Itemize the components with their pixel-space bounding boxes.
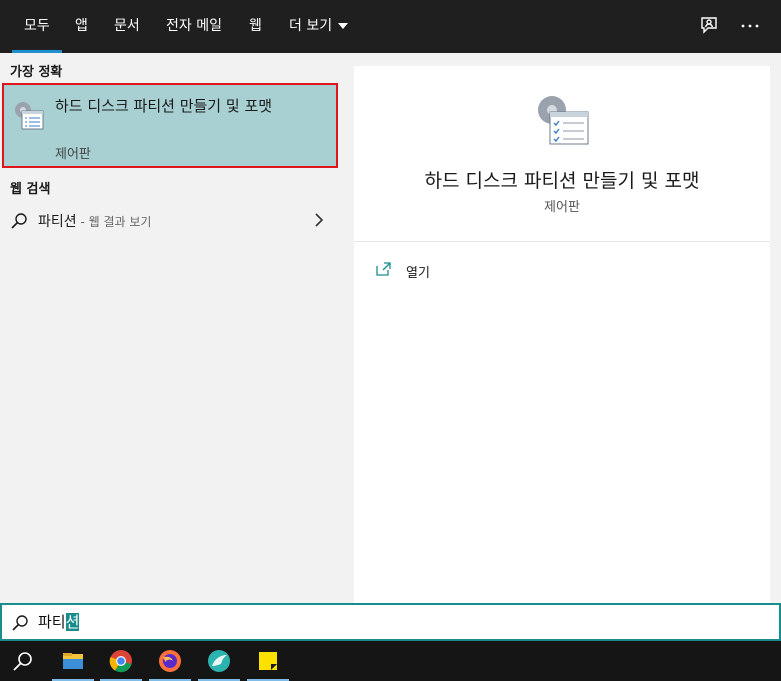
results-panel: 가장 정확 하드 디스크 파티션 만들기 및 포맷 제어판 웹 검색 파티션 -… (0, 53, 342, 603)
search-icon (11, 213, 27, 229)
web-search-result[interactable]: 파티션 - 웹 결과 보기 (0, 203, 342, 237)
taskbar-chrome[interactable] (98, 641, 144, 681)
more-options-icon[interactable] (738, 14, 762, 38)
tab-all[interactable]: 모두 (12, 0, 62, 53)
search-filter-bar: 모두 앱 문서 전자 메일 웹 더 보기 (0, 0, 781, 53)
best-match-item[interactable]: 하드 디스크 파티션 만들기 및 포맷 제어판 (2, 83, 338, 168)
firefox-icon (159, 650, 181, 672)
taskbar-search-button[interactable] (0, 641, 46, 681)
tab-more-label: 더 보기 (289, 18, 333, 34)
feedback-icon[interactable] (697, 14, 721, 38)
sticky-notes-icon (259, 652, 277, 670)
web-search-query: 파티션 (38, 214, 77, 230)
control-panel-icon (532, 90, 592, 150)
open-icon (376, 262, 391, 276)
control-panel-icon (12, 99, 46, 133)
chrome-icon (109, 650, 132, 673)
tab-more[interactable]: 더 보기 (289, 0, 349, 53)
search-text-selection: 션 (65, 613, 80, 631)
detail-subtitle: 제어판 (544, 200, 580, 215)
open-label: 열기 (406, 266, 430, 281)
tab-web[interactable]: 웹 (249, 0, 262, 53)
file-explorer-icon (63, 653, 83, 669)
chevron-down-icon (338, 23, 349, 29)
taskbar-firefox[interactable] (147, 641, 193, 681)
taskbar-app[interactable] (196, 641, 242, 681)
detail-panel: 하드 디스크 파티션 만들기 및 포맷 제어판 열기 (354, 66, 770, 603)
search-icon (12, 615, 28, 631)
tab-apps[interactable]: 앱 (75, 0, 88, 53)
search-input[interactable]: 파티션 (0, 603, 781, 641)
web-search-heading: 웹 검색 (10, 182, 51, 197)
search-text: 파티 (38, 613, 66, 631)
best-match-heading: 가장 정확 (10, 65, 63, 80)
best-match-title: 하드 디스크 파티션 만들기 및 포맷 (55, 97, 273, 115)
tab-email[interactable]: 전자 메일 (166, 0, 222, 53)
chevron-right-icon (315, 213, 324, 227)
taskbar (0, 641, 781, 681)
taskbar-sticky-notes[interactable] (245, 641, 291, 681)
best-match-subtitle: 제어판 (55, 147, 91, 162)
tab-documents[interactable]: 문서 (114, 0, 140, 53)
search-icon (13, 652, 32, 671)
divider (354, 241, 770, 242)
taskbar-file-explorer[interactable] (50, 641, 96, 681)
app-icon (208, 650, 230, 672)
detail-title: 하드 디스크 파티션 만들기 및 포맷 (424, 170, 700, 192)
web-search-hint: - 웹 결과 보기 (76, 215, 152, 229)
